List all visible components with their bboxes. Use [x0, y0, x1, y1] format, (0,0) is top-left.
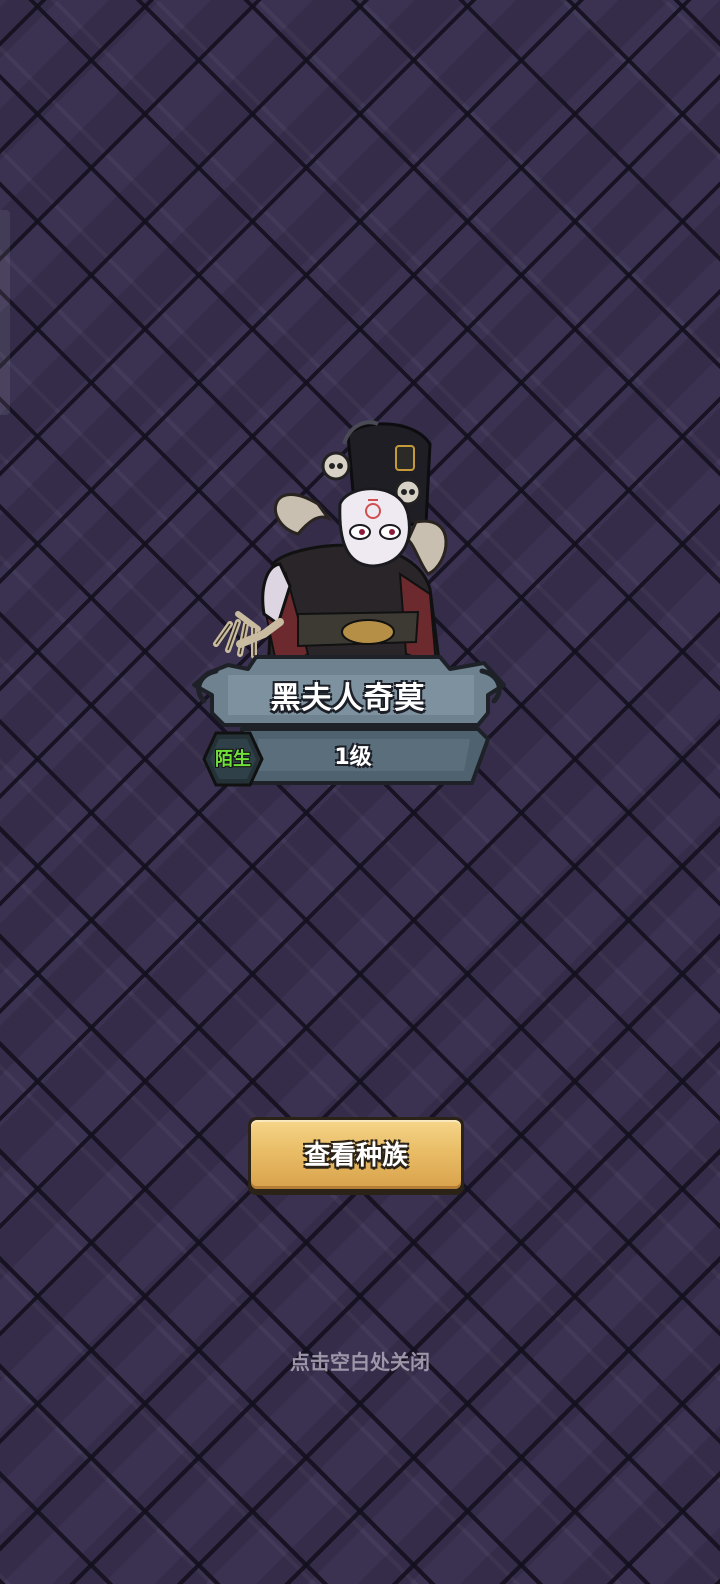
close-hint-text: 点击空白处关闭 — [290, 1350, 430, 1374]
view-race-button[interactable]: 查看种族 — [248, 1117, 464, 1195]
side-handle — [0, 210, 10, 415]
relation-badge: 陌生 — [202, 731, 264, 787]
character-level: 1级 — [334, 745, 372, 770]
character-nameplate: 黑夫人奇莫 1级 陌生 — [188, 655, 514, 795]
character-name: 黑夫人奇莫 — [270, 681, 426, 716]
view-race-button-label: 查看种族 — [303, 1141, 408, 1171]
relation-badge-label: 陌生 — [215, 749, 251, 770]
